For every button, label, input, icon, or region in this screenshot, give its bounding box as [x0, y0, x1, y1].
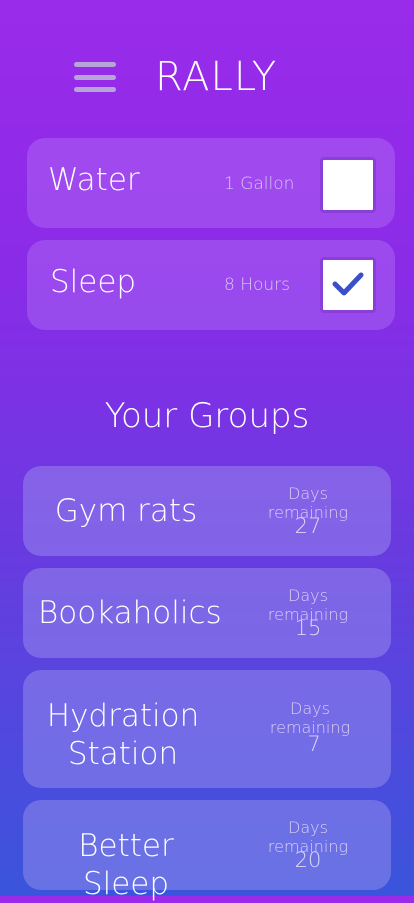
- checkmark-icon: [332, 272, 364, 296]
- habit-name: Water: [48, 162, 140, 198]
- groups-section-title: Your Groups: [104, 396, 310, 436]
- habit-name: Sleep: [50, 264, 137, 300]
- app-title: RALLY: [155, 54, 278, 100]
- group-card-gym-rats[interactable]: Gym rats Days remaining 27: [23, 466, 391, 556]
- days-remaining-value: 20: [294, 848, 322, 872]
- group-name: Gym rats: [54, 493, 198, 529]
- group-name: Better Sleep: [78, 828, 174, 902]
- habit-card-water: Water 1 Gallon: [27, 138, 395, 228]
- hamburger-menu-icon[interactable]: [74, 62, 116, 92]
- habit-checkbox-water[interactable]: [320, 157, 376, 213]
- group-card-better-sleep[interactable]: Better Sleep Days remaining 20: [23, 800, 391, 902]
- app-header: RALLY: [0, 0, 414, 138]
- group-name: Bookaholics: [38, 595, 222, 631]
- days-remaining-value: 7: [307, 732, 321, 756]
- habit-amount: 1 Gallon: [224, 174, 295, 194]
- habit-checkbox-sleep[interactable]: [320, 257, 376, 313]
- group-card-bookaholics[interactable]: Bookaholics Days remaining 15: [23, 568, 391, 658]
- days-remaining-value: 27: [294, 514, 322, 538]
- group-card-hydration-station[interactable]: Hydration Station Days remaining 7: [23, 670, 391, 788]
- habit-card-sleep: Sleep 8 Hours: [27, 240, 395, 330]
- habit-amount: 8 Hours: [224, 275, 291, 295]
- days-remaining-value: 15: [294, 616, 322, 640]
- group-name: Hydration Station: [46, 698, 200, 772]
